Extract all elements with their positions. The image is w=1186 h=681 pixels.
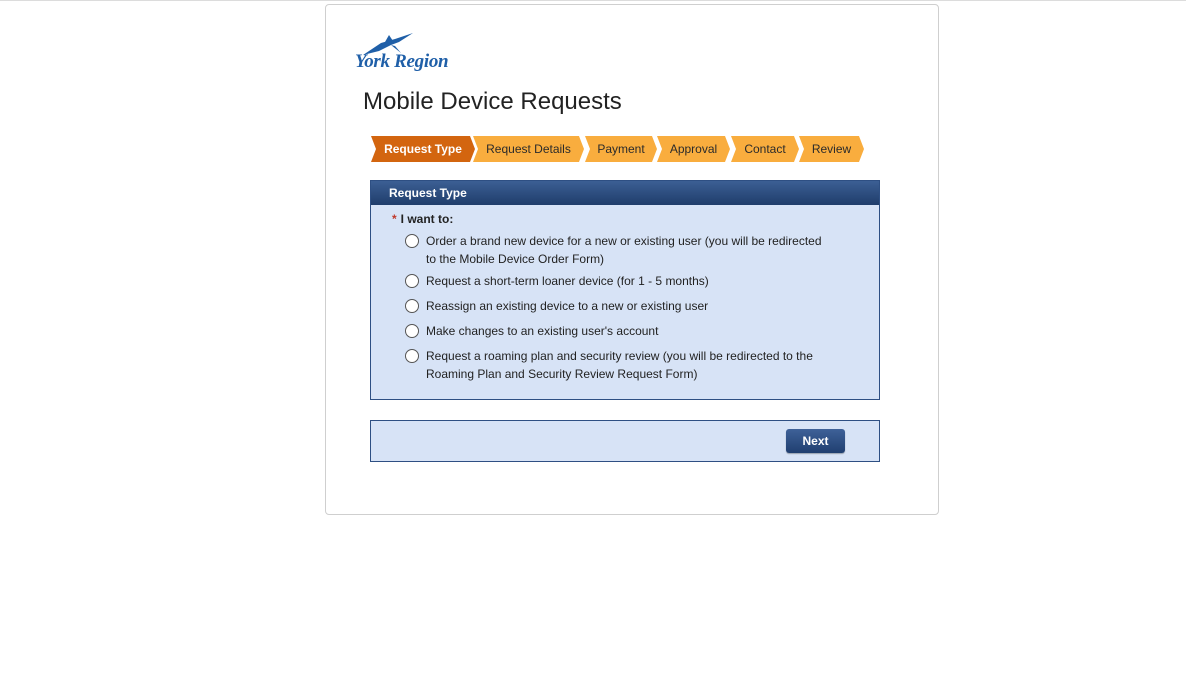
form-card: York Region Mobile Device Requests Reque… bbox=[325, 4, 939, 515]
york-region-logo: York Region bbox=[355, 33, 465, 75]
step-request-type[interactable]: Request Type bbox=[371, 136, 475, 162]
step-approval[interactable]: Approval bbox=[657, 136, 730, 162]
step-request-details[interactable]: Request Details bbox=[473, 136, 584, 162]
step-contact[interactable]: Contact bbox=[731, 136, 799, 162]
radio-reassign-device[interactable] bbox=[405, 299, 419, 313]
step-payment[interactable]: Payment bbox=[585, 136, 657, 162]
radio-loaner-device[interactable] bbox=[405, 274, 419, 288]
radio-change-account[interactable] bbox=[405, 324, 419, 338]
next-button[interactable]: Next bbox=[786, 429, 845, 453]
option-label[interactable]: Request a roaming plan and security revi… bbox=[426, 347, 826, 383]
request-type-panel: Request Type * I want to: Order a brand n… bbox=[370, 180, 880, 400]
option-label[interactable]: Reassign an existing device to a new or … bbox=[426, 297, 826, 315]
radio-roaming-plan[interactable] bbox=[405, 349, 419, 363]
option-label[interactable]: Order a brand new device for a new or ex… bbox=[426, 232, 826, 268]
option-label[interactable]: Make changes to an existing user's accou… bbox=[426, 322, 826, 340]
radio-order-new-device[interactable] bbox=[405, 234, 419, 248]
top-divider bbox=[0, 0, 1186, 1]
page-title: Mobile Device Requests bbox=[363, 88, 622, 115]
question-label: * I want to: bbox=[392, 212, 453, 226]
logo-wordmark: York Region bbox=[355, 51, 449, 72]
action-bar: Next bbox=[370, 420, 880, 462]
step-review[interactable]: Review bbox=[799, 136, 864, 162]
option-label[interactable]: Request a short-term loaner device (for … bbox=[426, 272, 826, 290]
required-marker: * bbox=[392, 212, 397, 226]
panel-header: Request Type bbox=[371, 181, 879, 205]
question-text: I want to: bbox=[400, 212, 454, 226]
